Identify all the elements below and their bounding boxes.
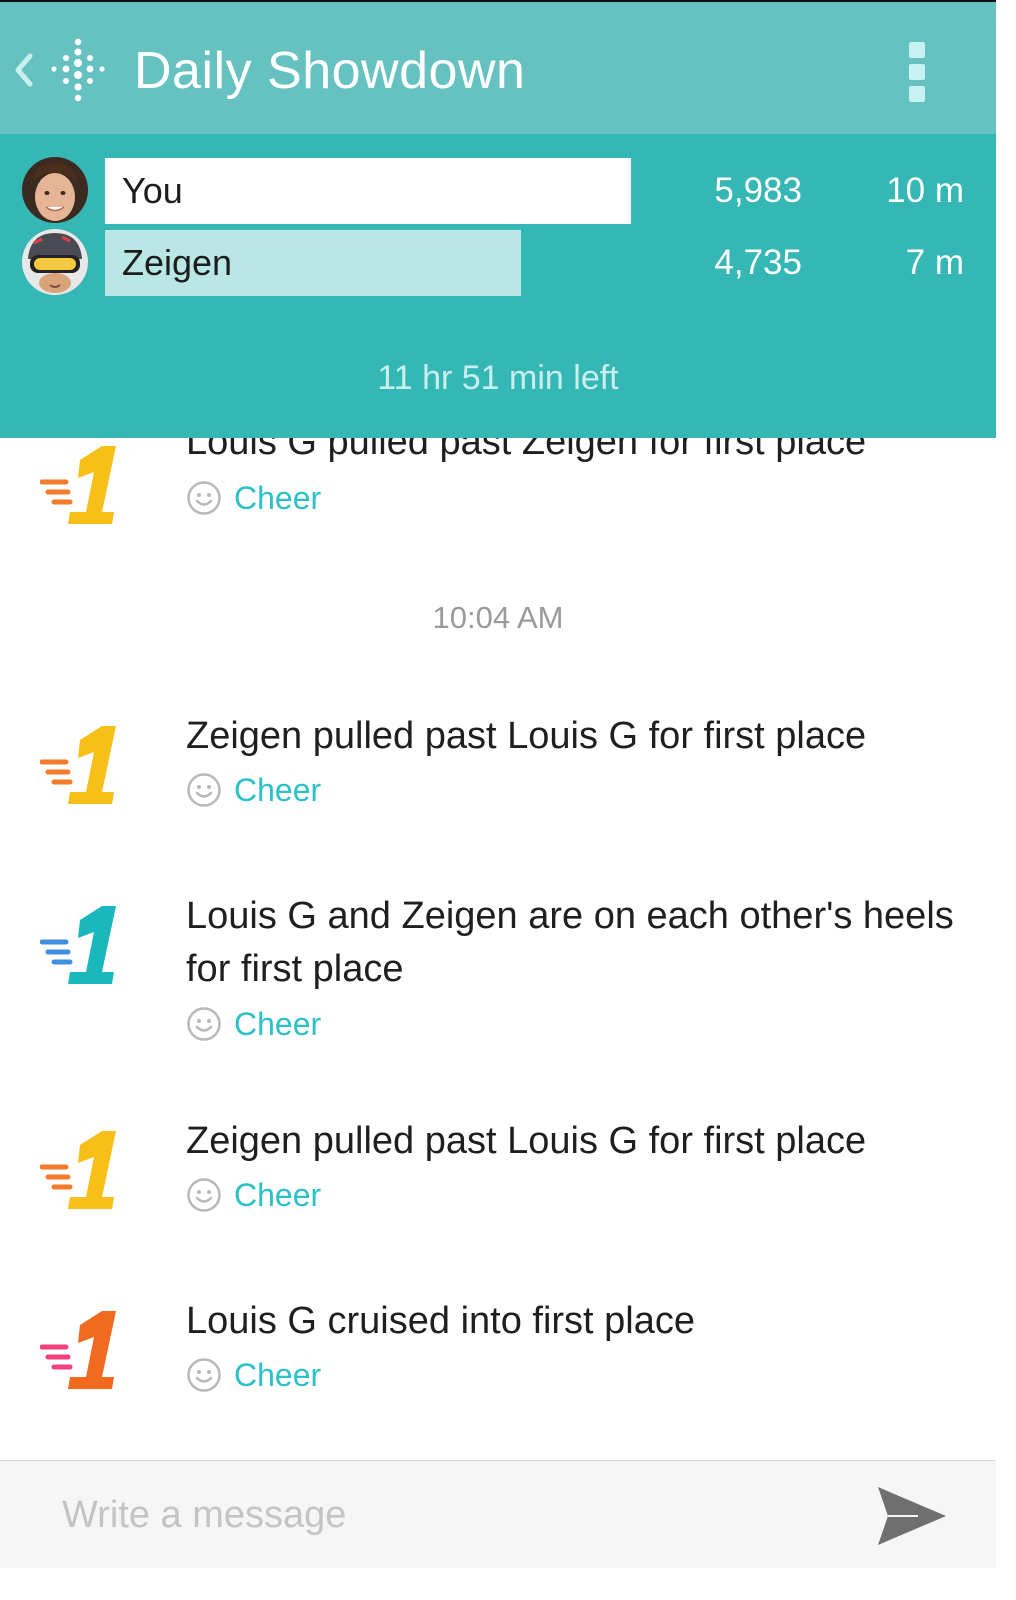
top-toolbar: Daily Showdown (0, 0, 996, 134)
message-input[interactable] (46, 1485, 826, 1545)
app-screen: Daily Showdown You 5,983 10 m Zeigen 4,7… (0, 0, 996, 1568)
avatar (22, 157, 88, 223)
cheer-label: Cheer (234, 1006, 322, 1042)
cheer-button[interactable]: Cheer (186, 1004, 321, 1044)
feed-item-text: Zeigen pulled past Louis G for first pla… (186, 1120, 867, 1162)
activity-feed[interactable]: Louis G pulled past Zeigen for first pla… (0, 438, 996, 1460)
more-vertical-icon[interactable] (890, 40, 946, 104)
feed-item-text: Zeigen pulled past Louis G for first pla… (186, 715, 867, 757)
cheer-button[interactable]: Cheer (186, 1175, 321, 1215)
cheer-button[interactable]: Cheer (186, 1355, 321, 1395)
rank-1-orange-icon (40, 446, 116, 524)
cheer-button[interactable]: Cheer (186, 770, 321, 810)
feed-item: Zeigen pulled past Louis G for first pla… (0, 1113, 996, 1223)
cheer-label: Cheer (234, 480, 322, 516)
player-name: Zeigen (122, 242, 233, 283)
feed-item: Louis G cruised into first place Cheer (0, 1293, 996, 1403)
feed-item-text: Louis G and Zeigen are on each other's h… (186, 895, 954, 990)
smiley-icon (187, 1358, 221, 1392)
player-distance: 7 m (905, 243, 964, 282)
cheer-button[interactable]: Cheer (186, 478, 321, 518)
player-steps: 5,983 (714, 171, 802, 210)
feed-item: Zeigen pulled past Louis G for first pla… (0, 708, 996, 818)
avatar (22, 229, 88, 295)
cheer-label: Cheer (234, 1357, 322, 1393)
smiley-icon (187, 1007, 221, 1041)
rank-1-orange-icon (40, 726, 116, 804)
rank-1-teal-icon (40, 906, 116, 984)
fitbit-dots-logo (51, 38, 105, 102)
feed-item-text: Louis G pulled past Zeigen for first pla… (186, 438, 867, 463)
send-icon[interactable] (874, 1483, 950, 1549)
page-title: Daily Showdown (134, 42, 526, 100)
feed-item: Louis G pulled past Zeigen for first pla… (0, 438, 996, 534)
leaderboard-panel: You 5,983 10 m Zeigen 4,735 7 m 11 hr 51… (0, 134, 996, 438)
feed-item: Louis G and Zeigen are on each other's h… (0, 888, 996, 1048)
player-progress-bar: You (105, 158, 631, 224)
smiley-icon (187, 773, 221, 807)
time-remaining: 11 hr 51 min left (377, 359, 619, 397)
rank-1-red-orange-icon (40, 1311, 116, 1389)
player-distance: 10 m (886, 171, 964, 210)
smiley-icon (187, 481, 221, 515)
cheer-label: Cheer (234, 1177, 322, 1213)
message-composer (0, 1460, 996, 1568)
player-name: You (122, 170, 183, 211)
leaderboard-row-you[interactable]: You 5,983 10 m (0, 156, 996, 224)
leaderboard-row-zeigen[interactable]: Zeigen 4,735 7 m (0, 228, 996, 296)
feed-item-text: Louis G cruised into first place (186, 1300, 696, 1342)
cheer-label: Cheer (234, 772, 322, 808)
chevron-left-icon[interactable] (8, 46, 38, 94)
player-progress-bar: Zeigen (105, 230, 521, 296)
smiley-icon (187, 1178, 221, 1212)
rank-1-orange-icon (40, 1131, 116, 1209)
feed-timestamp: 10:04 AM (432, 600, 564, 635)
player-steps: 4,735 (714, 243, 802, 282)
